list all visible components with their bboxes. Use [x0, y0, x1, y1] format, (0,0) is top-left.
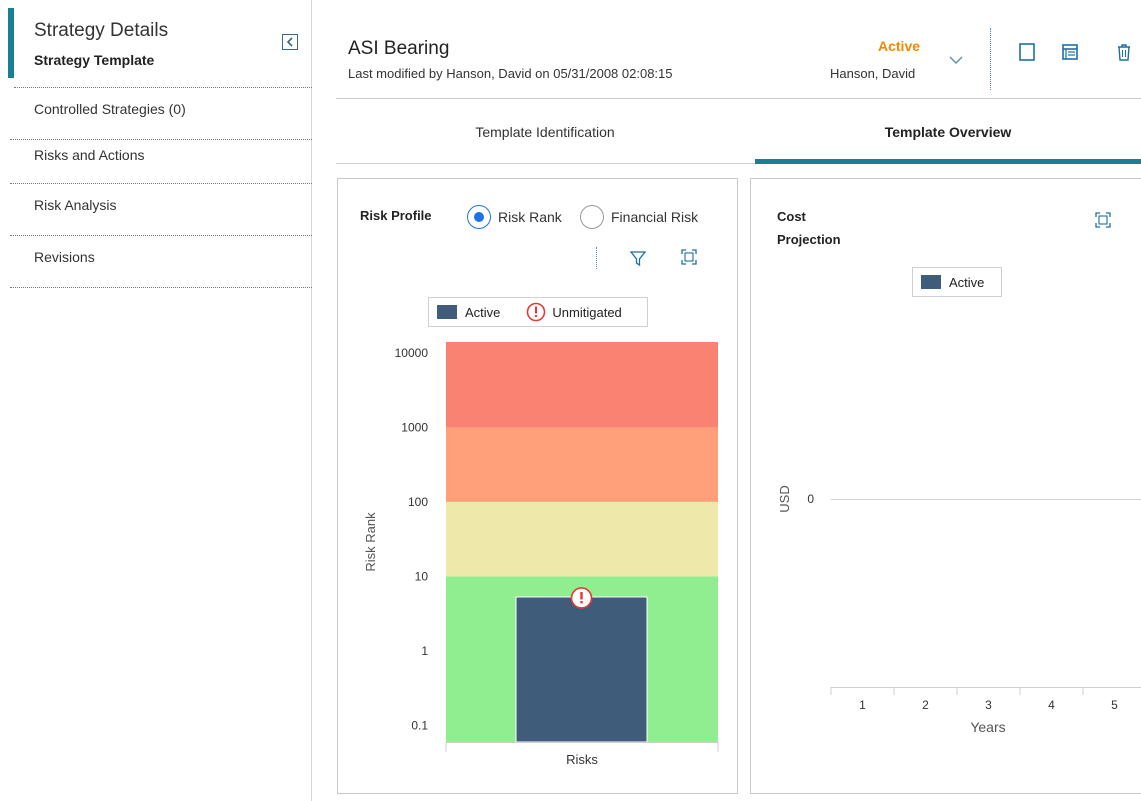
- x-tick-label: 1: [859, 698, 866, 712]
- sidebar-subtitle: Strategy Template: [34, 52, 155, 68]
- last-modified-text: Last modified by Hanson, David on 05/31/…: [348, 66, 673, 81]
- y-tick-label: 1000: [401, 420, 428, 434]
- y-tick-label: 10000: [395, 346, 429, 360]
- cost-projection-panel: Cost Projection Active USD 0 1 2 3 4 5 Years: [750, 178, 1141, 794]
- y-axis-title: USD: [777, 485, 792, 512]
- status-user: Hanson, David: [830, 66, 916, 81]
- sidebar-item-label: Risk Analysis: [34, 197, 117, 213]
- x-tick-label: 3: [985, 698, 992, 712]
- y-tick-label: 0.1: [411, 718, 428, 732]
- y-tick-label: 10: [415, 569, 429, 583]
- risk-band-1: [446, 501, 718, 577]
- risk-bar: [515, 596, 648, 743]
- sidebar-item-label: Revisions: [34, 249, 95, 265]
- chevron-left-icon: [286, 37, 293, 47]
- sidebar-accent-bar: [8, 8, 14, 78]
- risk-rank-chart: 10000 1000 100 10 1 0.1 Risks Risk Rank: [363, 342, 719, 767]
- sidebar-item-label: Risks and Actions: [34, 147, 145, 163]
- risk-profile-panel: Risk Profile Risk Rank Financial Risk Ac…: [337, 178, 738, 794]
- cost-projection-chart: USD 0 1 2 3 4 5 Years: [777, 485, 1141, 735]
- x-tick-label: 5: [1111, 698, 1118, 712]
- risk-band-3: [446, 342, 718, 428]
- x-axis-title: Years: [970, 719, 1005, 735]
- y-tick-label: 100: [408, 495, 428, 509]
- header-divider: [336, 98, 1141, 99]
- sidebar-item-revisions[interactable]: Revisions: [10, 236, 312, 288]
- sidebar-title: Strategy Details: [34, 20, 169, 41]
- y-tick-label: 1: [421, 644, 428, 658]
- y-axis-title: Risk Rank: [363, 512, 378, 572]
- copy-icon[interactable]: [1017, 42, 1037, 62]
- unmitigated-marker-stem: [580, 591, 583, 600]
- tab-template-overview[interactable]: Template Overview: [755, 100, 1141, 164]
- x-tick-label: 4: [1048, 698, 1055, 712]
- unmitigated-marker-dot: [580, 600, 583, 604]
- sidebar-header: Strategy Details Strategy Template: [0, 8, 312, 78]
- sidebar-item-risk-analysis[interactable]: Risk Analysis: [10, 184, 312, 236]
- risk-band-2: [446, 427, 718, 502]
- chevron-down-icon[interactable]: [946, 50, 966, 70]
- status-badge: Active: [878, 38, 921, 54]
- active-tab-indicator: [755, 159, 1141, 164]
- x-tick-label: Risks: [566, 752, 598, 767]
- page-title: ASI Bearing: [348, 38, 450, 59]
- trash-icon[interactable]: [1114, 42, 1134, 62]
- sidebar-item-risks-and-actions[interactable]: Risks and Actions: [10, 132, 312, 184]
- y-tick-label: 0: [807, 492, 814, 506]
- x-tick-label: 2: [922, 698, 929, 712]
- collapse-sidebar-button[interactable]: [282, 34, 298, 50]
- sidebar-item-label: Controlled Strategies (0): [34, 101, 186, 117]
- tab-template-identification[interactable]: Template Identification: [336, 100, 754, 164]
- toolbar-separator: [990, 28, 991, 90]
- spreadsheet-icon[interactable]: [1060, 42, 1080, 62]
- sidebar: Strategy Details Strategy Template Contr…: [0, 0, 312, 801]
